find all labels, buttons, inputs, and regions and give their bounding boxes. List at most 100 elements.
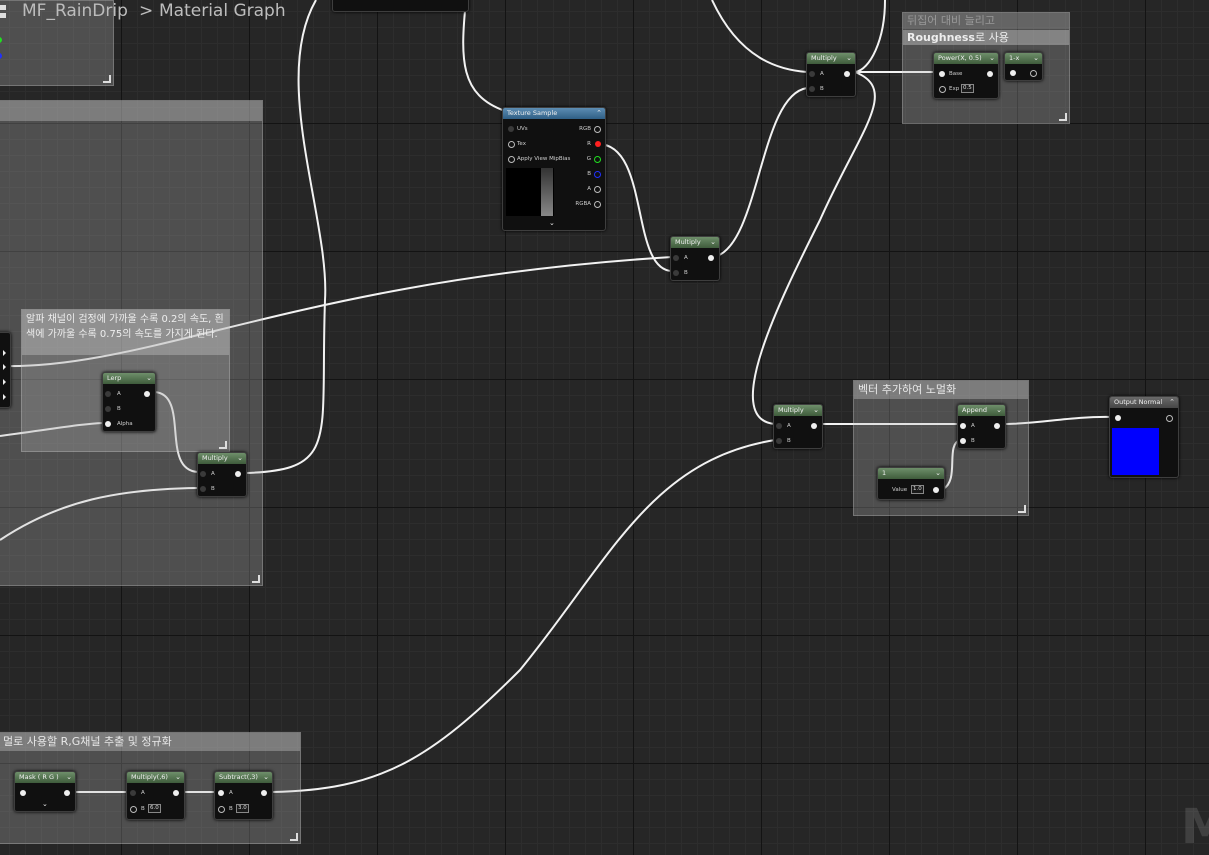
output-pin[interactable] — [933, 487, 939, 493]
input-pin-alpha[interactable] — [105, 421, 111, 427]
input-pin-b[interactable] — [105, 406, 111, 412]
input-pin-b[interactable] — [200, 486, 206, 492]
multiply-node-bottom[interactable]: Multiply(,6) ⌄ A B 6.0 — [126, 771, 185, 820]
node-title-text: Lerp — [107, 374, 122, 382]
node-title-text: Power(X, 0.5) — [938, 54, 982, 62]
chevron-down-icon[interactable]: ⌄ — [996, 405, 1002, 416]
input-pin-a[interactable] — [218, 790, 224, 796]
multiply-node-mid[interactable]: Multiply ⌄ A B — [670, 236, 720, 281]
lerp-node[interactable]: Lerp ⌄ A B Alpha — [102, 372, 156, 432]
chevron-down-icon[interactable]: ⌄ — [710, 237, 716, 248]
node-title: Texture Sample ⌃ — [503, 108, 605, 119]
output-pin[interactable] — [1166, 415, 1173, 422]
output-pin[interactable] — [994, 423, 1000, 429]
input-pin-a[interactable] — [776, 423, 782, 429]
output-pin[interactable] — [987, 71, 993, 77]
collapse-chevron-icon[interactable]: ⌃ — [596, 108, 602, 119]
output-pin-g[interactable] — [594, 156, 601, 163]
multiply-node-left[interactable]: Multiply ⌄ A B — [197, 452, 247, 497]
chevron-down-icon[interactable]: ⌄ — [237, 453, 243, 464]
output-pin-r[interactable] — [595, 141, 601, 147]
one-minus-node[interactable]: 1-x ⌄ — [1004, 52, 1043, 81]
input-pin-a[interactable] — [673, 255, 679, 261]
resize-handle[interactable] — [219, 441, 227, 449]
b-value-field[interactable]: 3.0 — [236, 804, 249, 813]
partial-node-left[interactable] — [0, 332, 11, 408]
input-pin-b[interactable] — [130, 806, 137, 813]
append-node[interactable]: Append ⌄ A B — [957, 404, 1006, 449]
resize-handle[interactable] — [1018, 505, 1026, 513]
collapse-chevron-icon[interactable]: ⌃ — [1169, 397, 1175, 408]
output-pin-b[interactable] — [594, 171, 601, 178]
input-pin-a[interactable] — [200, 471, 206, 477]
chevron-down-icon[interactable]: ⌄ — [263, 772, 269, 783]
mask-node[interactable]: Mask ( R G ) ⌄ ⌄ — [14, 771, 76, 812]
input-pin-b[interactable] — [673, 270, 679, 276]
expand-chevron-icon[interactable]: ⌄ — [549, 219, 555, 227]
chevron-down-icon[interactable]: ⌄ — [146, 373, 152, 384]
output-pin[interactable] — [3, 364, 6, 370]
exp-value-field[interactable]: 0.5 — [961, 84, 974, 93]
pin-label: Exp — [949, 86, 960, 92]
chevron-down-icon[interactable]: ⌄ — [989, 53, 995, 64]
texture-sample-node[interactable]: Texture Sample ⌃ UVs Tex Apply View MipBi… — [502, 107, 606, 231]
breadcrumb-graph[interactable]: Material Graph — [159, 1, 286, 21]
breadcrumb-separator: > — [139, 1, 154, 21]
constant-node[interactable]: 1 ⌄ Value 1.0 — [877, 467, 945, 500]
output-pin-rgb[interactable] — [594, 126, 601, 133]
input-pin[interactable] — [20, 790, 26, 796]
input-pin-a[interactable] — [130, 790, 136, 796]
input-pin-b[interactable] — [776, 438, 782, 444]
input-pin-b[interactable] — [809, 86, 815, 92]
comment-title: 멀로 사용할 R,G채널 추출 및 정규화 — [0, 733, 300, 751]
output-pin[interactable] — [3, 379, 6, 385]
input-pin[interactable] — [1115, 415, 1121, 421]
resize-handle[interactable] — [103, 75, 111, 83]
input-pin-a[interactable] — [960, 423, 966, 429]
input-pin-uvs[interactable] — [508, 126, 514, 132]
output-pin[interactable] — [708, 255, 714, 261]
chevron-down-icon[interactable]: ⌄ — [66, 772, 72, 783]
output-pin[interactable] — [3, 350, 6, 356]
chevron-down-icon[interactable]: ⌄ — [846, 53, 852, 64]
output-pin[interactable] — [261, 790, 267, 796]
expand-chevron-icon[interactable]: ⌄ — [42, 800, 48, 808]
chevron-down-icon[interactable]: ⌄ — [175, 772, 181, 783]
input-pin-a[interactable] — [809, 71, 815, 77]
comment-top-left[interactable] — [0, 0, 114, 86]
output-pin[interactable] — [844, 71, 850, 77]
output-pin[interactable] — [235, 471, 241, 477]
chevron-down-icon[interactable]: ⌄ — [1033, 53, 1039, 64]
multiply-node-right[interactable]: Multiply ⌄ A B — [773, 404, 823, 449]
output-normal-node[interactable]: Output Normal ⌃ — [1109, 396, 1179, 478]
subtract-node[interactable]: Subtract(,3) ⌄ A B 3.0 — [214, 771, 273, 820]
output-pin[interactable] — [3, 394, 6, 400]
input-pin-a[interactable] — [105, 391, 111, 397]
output-pin[interactable] — [1030, 70, 1037, 77]
input-pin-base[interactable] — [939, 71, 945, 77]
output-pin-a[interactable] — [594, 186, 601, 193]
b-value-field[interactable]: 6.0 — [148, 804, 161, 813]
output-pin-rgba[interactable] — [594, 201, 601, 208]
input-pin-b[interactable] — [218, 806, 225, 813]
chevron-down-icon[interactable]: ⌄ — [935, 468, 941, 479]
output-pin[interactable] — [144, 391, 150, 397]
chevron-down-icon[interactable]: ⌄ — [813, 405, 819, 416]
input-pin[interactable] — [1010, 70, 1016, 76]
partial-node-top[interactable] — [332, 0, 469, 12]
pin-green — [0, 37, 2, 43]
input-pin-mipbias[interactable] — [508, 156, 515, 163]
input-pin-exp[interactable] — [939, 86, 946, 93]
input-pin-tex[interactable] — [508, 141, 515, 148]
power-node[interactable]: Power(X, 0.5) ⌄ Base Exp 0.5 — [933, 52, 999, 99]
input-pin-b[interactable] — [960, 438, 966, 444]
multiply-node-top[interactable]: Multiply ⌄ A B — [806, 52, 856, 97]
resize-handle[interactable] — [290, 833, 298, 841]
resize-handle[interactable] — [252, 575, 260, 583]
node-title-text: Mask ( R G ) — [19, 773, 59, 781]
output-pin[interactable] — [173, 790, 179, 796]
output-pin[interactable] — [64, 790, 70, 796]
output-pin[interactable] — [811, 423, 817, 429]
value-field[interactable]: 1.0 — [911, 485, 924, 494]
resize-handle[interactable] — [1059, 113, 1067, 121]
